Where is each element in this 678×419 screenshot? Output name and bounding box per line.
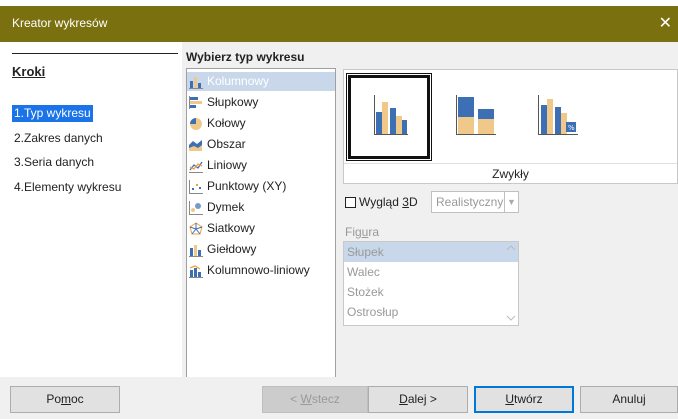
chart-type-label: Punktowy (XY) (207, 179, 287, 193)
chart-type-list[interactable]: Kolumnowy Słupkowy Kołowy Obszar Liniowy… (186, 68, 336, 378)
chart-variant-gallery[interactable]: % Zwykły (343, 69, 678, 184)
stock-chart-icon (189, 244, 203, 257)
pie-chart-icon (190, 117, 202, 130)
step-chart-elements[interactable]: 4.Elementy wykresu (12, 179, 123, 196)
percent-column-thumbnail-icon: % (538, 95, 578, 135)
chart-type-label: Liniowy (207, 158, 248, 172)
percent-stacked-column-variant[interactable]: % (520, 75, 602, 159)
chart-type-label: Słupkowy (207, 95, 259, 109)
area-chart-icon (189, 139, 202, 151)
chart-type-item-scatter[interactable]: Punktowy (XY) (187, 177, 335, 196)
column-chart-icon (189, 76, 203, 89)
scatter-chart-icon (189, 179, 203, 194)
line-chart-icon (189, 161, 203, 173)
back-button[interactable]: < Wstecz (262, 386, 368, 413)
window-title: Kreator wykresów (12, 16, 108, 30)
bubble-chart-icon (189, 200, 203, 215)
steps-heading: Kroki (12, 64, 46, 79)
chart-type-item-net[interactable]: Siatkowy (187, 219, 335, 238)
chart-type-label: Obszar (207, 137, 246, 151)
normal-column-variant[interactable] (346, 73, 432, 161)
chart-type-label: Dymek (207, 200, 245, 214)
chart-type-label: Kolumnowo-liniowy (207, 263, 310, 277)
stacked-column-variant[interactable] (436, 75, 518, 159)
chart-type-label: Giełdowy (207, 242, 257, 256)
chart-type-item-column[interactable]: Kolumnowy (187, 72, 335, 91)
shape-item-cone[interactable]: Stożek (344, 282, 518, 302)
look-3d-checkbox[interactable]: Wygląd 3D (345, 195, 418, 209)
column-line-chart-icon (189, 264, 203, 278)
help-button[interactable]: Pomoc (10, 386, 120, 413)
chart-type-item-pie[interactable]: Kołowy (187, 114, 335, 133)
normal-column-thumbnail-icon (374, 95, 408, 135)
next-button[interactable]: Dalej > (368, 386, 468, 413)
chevron-down-icon[interactable]: ▼ (504, 192, 518, 212)
step-chart-type[interactable]: 1.Typ wykresu (12, 105, 93, 122)
checkbox-box[interactable] (345, 196, 356, 208)
chart-type-item-bar[interactable]: Słupkowy (187, 93, 335, 112)
steps-panel: Kroki 1.Typ wykresu 2.Zakres danych 3.Se… (0, 42, 182, 377)
percent-badge: % (568, 124, 575, 132)
shape-item-pyramid[interactable]: Ostrosłup (344, 302, 518, 322)
look-3d-style-select[interactable]: Realistyczny ▼ (431, 191, 519, 213)
title-bar[interactable]: Kreator wykresów ✕ (0, 6, 678, 42)
create-button[interactable]: Utwórz (474, 386, 574, 413)
shape-label: Figura (345, 225, 380, 239)
step-data-range[interactable]: 2.Zakres danych (12, 130, 105, 147)
chart-type-item-column-line[interactable]: Kolumnowo-liniowy (187, 261, 335, 280)
chart-type-heading: Wybierz typ wykresu (186, 50, 305, 64)
chart-type-label: Kolumnowy (207, 74, 270, 88)
cancel-button[interactable]: Anuluj (580, 386, 678, 413)
shape-list-scrollbar[interactable] (504, 242, 518, 325)
shape-item-column[interactable]: Słupek (344, 242, 518, 262)
dialog-body: Kroki 1.Typ wykresu 2.Zakres danych 3.Se… (0, 42, 678, 419)
chart-type-item-bubble[interactable]: Dymek (187, 198, 335, 217)
shape-list[interactable]: Słupek Walec Stożek Ostrosłup (343, 241, 519, 326)
chart-type-item-line[interactable]: Liniowy (187, 156, 335, 175)
chart-type-label: Kołowy (207, 116, 246, 130)
chart-type-label: Siatkowy (207, 221, 256, 235)
chart-type-item-stock[interactable]: Giełdowy (187, 240, 335, 259)
variant-caption: Zwykły (344, 163, 677, 181)
dialog-buttons: Pomoc < Wstecz Dalej > Utwórz Anuluj (0, 377, 678, 419)
net-chart-icon (189, 221, 203, 234)
steps-divider (12, 53, 178, 54)
step-data-series[interactable]: 3.Seria danych (12, 154, 96, 171)
chart-type-item-area[interactable]: Obszar (187, 135, 335, 154)
shape-item-cylinder[interactable]: Walec (344, 262, 518, 282)
stacked-column-thumbnail-icon (456, 95, 496, 135)
bar-chart-icon (189, 95, 202, 109)
look-3d-label: Wygląd 3D (359, 195, 418, 209)
close-icon[interactable]: ✕ (659, 13, 672, 33)
look-3d-style-value: Realistyczny (436, 195, 504, 209)
